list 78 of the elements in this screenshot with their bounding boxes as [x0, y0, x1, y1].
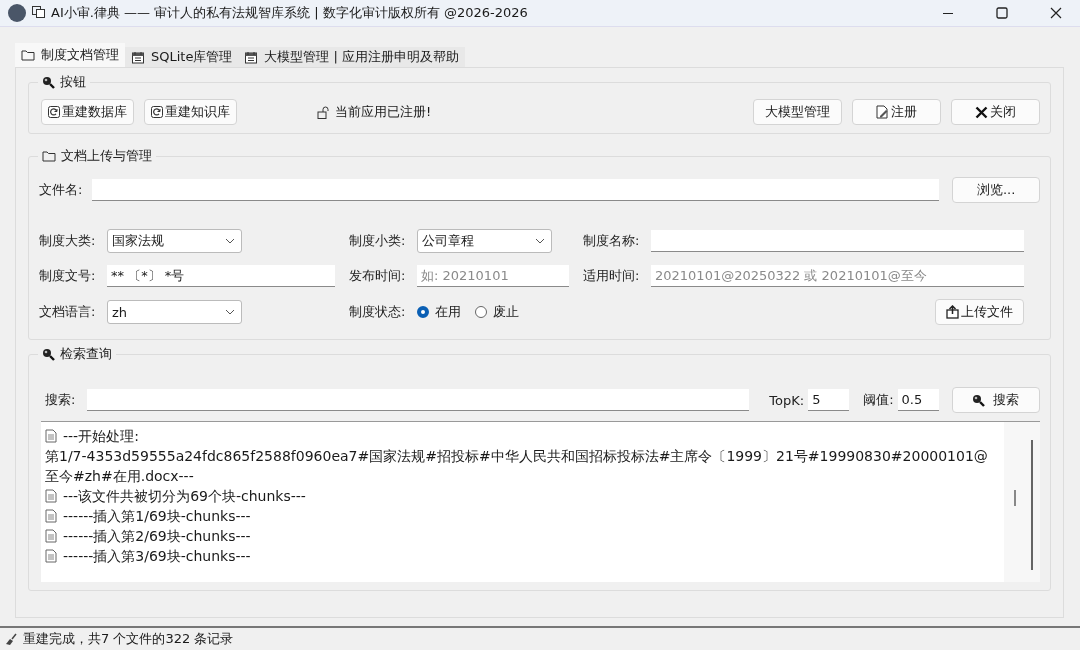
- dropdown[interactable]: zh: [107, 300, 242, 324]
- document-icon: [45, 529, 57, 543]
- scrollbar-track[interactable]: [1031, 440, 1033, 570]
- tab[interactable]: 制度文档管理: [15, 43, 125, 67]
- file-name-field[interactable]: [92, 179, 940, 201]
- search-button[interactable]: 搜索: [951, 387, 1040, 413]
- chevron-down-icon: [535, 238, 545, 244]
- radio-button[interactable]: [417, 306, 429, 318]
- field-label: 搜索:: [45, 391, 77, 409]
- maximize-icon[interactable]: [996, 7, 1008, 19]
- notebook-icon: [244, 50, 259, 64]
- log-line: ---开始处理:: [63, 428, 139, 444]
- threshold-field[interactable]: 0.5: [897, 389, 939, 411]
- folder-icon: [21, 49, 35, 61]
- app-icon: [32, 5, 45, 18]
- refresh-icon: [151, 106, 163, 118]
- text-field[interactable]: ** 〔*〕 *号: [107, 265, 335, 287]
- text-field[interactable]: 20210101@20250322 或 20210101@至今: [651, 265, 1024, 287]
- field-label: 制度文号:: [39, 267, 97, 285]
- radio-option[interactable]: 在用: [417, 303, 461, 321]
- field-label: 文档语言:: [39, 303, 97, 321]
- tab[interactable]: SQLite库管理: [125, 47, 239, 67]
- avatar-icon: [8, 4, 26, 22]
- field-label: 制度名称:: [583, 232, 641, 250]
- document-icon: [45, 489, 57, 503]
- group-title: 按钮: [60, 73, 86, 91]
- log-line: 第1/7-4353d59555a24fdc865f2588f0960ea7#国家法规#招投标#中华人民共和国招标投标法#主席令〔1999〕21号#19990830#20000101@至今#zh#在用.docx---: [45, 448, 988, 484]
- rebuild-button[interactable]: 重建知识库: [144, 99, 237, 125]
- search-icon: [42, 347, 55, 361]
- rebuild-button[interactable]: 重建数据库: [41, 99, 134, 125]
- search-icon: [42, 75, 55, 89]
- text-field[interactable]: [651, 230, 1024, 252]
- tab[interactable]: 大模型管理 | 应用注册申明及帮助: [238, 47, 466, 67]
- radio-button[interactable]: [475, 306, 487, 318]
- field-label: 制度状态:: [349, 303, 407, 321]
- field-label: 阈值:: [863, 391, 894, 409]
- toolbar-button[interactable]: 关闭: [951, 99, 1040, 125]
- log-line: ---该文件共被切分为69个块-chunks---: [63, 488, 306, 504]
- status-text: 重建完成，共7 个文件的322 条记录: [23, 630, 234, 648]
- scrollbar-thumb[interactable]: [1014, 490, 1016, 506]
- toolbar-button[interactable]: 注册: [852, 99, 941, 125]
- browse-button[interactable]: 浏览...: [952, 177, 1040, 203]
- window-title: AI小审.律典 —— 审计人的私有法规智库系统 | 数字化审计版权所有 @2026-2026: [51, 4, 529, 22]
- topk-field[interactable]: 5: [808, 389, 850, 411]
- search-icon: [972, 393, 986, 407]
- log-line: ------插入第2/69块-chunks---: [63, 528, 251, 544]
- document-icon: [45, 429, 57, 443]
- field-label: 文件名:: [39, 181, 84, 199]
- refresh-icon: [48, 106, 60, 118]
- close-window-icon[interactable]: [1050, 7, 1062, 19]
- broom-icon: [4, 632, 17, 646]
- group-title: 文档上传与管理: [61, 147, 152, 165]
- notebook-icon: [131, 50, 145, 64]
- edit-document-icon: [876, 105, 889, 119]
- group-title: 检索查询: [60, 345, 112, 363]
- chevron-down-icon: [225, 238, 235, 244]
- search-field[interactable]: [86, 389, 750, 411]
- upload-button[interactable]: 上传文件: [935, 299, 1024, 325]
- document-icon: [45, 509, 57, 523]
- text-field[interactable]: 如: 20210101: [417, 265, 569, 287]
- dropdown[interactable]: 国家法规: [107, 229, 242, 253]
- radio-option[interactable]: 废止: [475, 303, 519, 321]
- field-label: 制度小类:: [349, 232, 407, 250]
- unlocked-padlock-icon: [317, 105, 329, 119]
- folder-icon: [42, 150, 56, 162]
- toolbar-button[interactable]: 大模型管理: [753, 99, 842, 125]
- dropdown[interactable]: 公司章程: [417, 229, 552, 253]
- field-label: TopK:: [769, 392, 805, 408]
- log-line: ------插入第3/69块-chunks---: [63, 548, 251, 564]
- chevron-down-icon: [225, 309, 235, 315]
- upload-icon: [946, 305, 959, 319]
- close-icon: [975, 105, 988, 119]
- log-line: ------插入第1/69块-chunks---: [63, 508, 251, 524]
- document-icon: [45, 549, 57, 563]
- field-label: 发布时间:: [349, 267, 407, 285]
- registration-status: 当前应用已注册!: [335, 103, 432, 121]
- field-label: 制度大类:: [39, 232, 97, 250]
- field-label: 适用时间:: [583, 267, 641, 285]
